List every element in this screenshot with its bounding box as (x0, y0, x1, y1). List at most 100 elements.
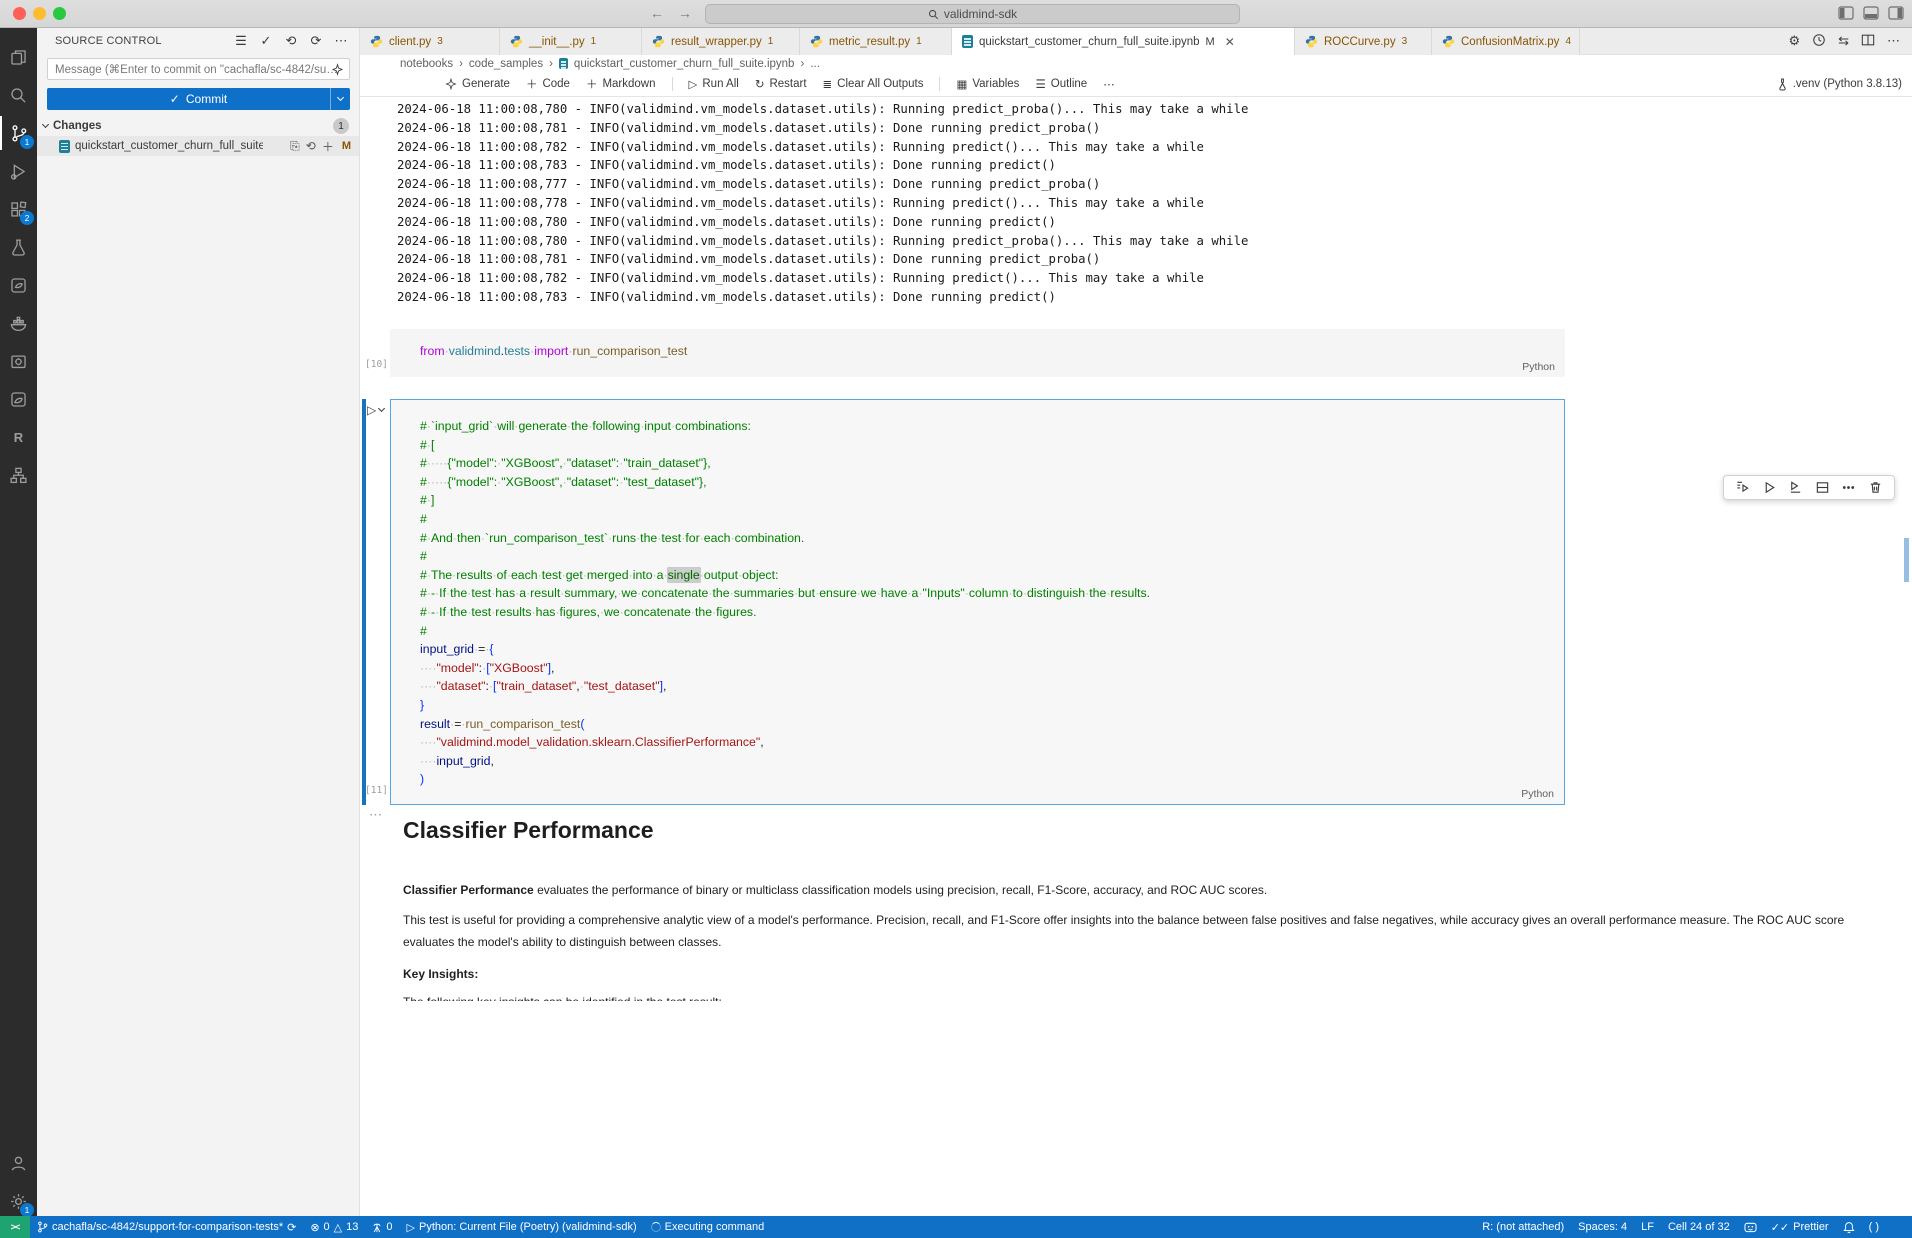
split-editor-icon[interactable] (1861, 33, 1875, 50)
code-line[interactable]: # (420, 510, 1564, 529)
kernel-picker[interactable]: .venv (Python 3.8.13) (1777, 78, 1912, 91)
overview-ruler-mark[interactable] (1904, 538, 1909, 582)
changed-file-row[interactable]: quickstart_customer_churn_full_suite.ipy… (37, 136, 359, 156)
back-arrow-icon[interactable]: ← (650, 5, 664, 21)
add-code-cell-button[interactable]: ＋Code (526, 76, 570, 92)
open-changes-icon[interactable]: ⇆ (1838, 33, 1849, 49)
command-center-search[interactable]: validmind-sdk (705, 4, 1240, 24)
tab-confusionmatrix-py[interactable]: ConfusionMatrix.py4 (1432, 28, 1580, 55)
breadcrumb-item[interactable]: code_samples (469, 58, 543, 70)
tab-result-wrapper-py[interactable]: result_wrapper.py1 (642, 28, 800, 55)
toggle-panel-icon[interactable] (1863, 6, 1879, 20)
settings-gear-icon[interactable]: 1 (0, 1184, 37, 1218)
more-actions-icon[interactable]: ⋯ (1887, 33, 1900, 49)
execute-above-icon[interactable] (1735, 480, 1750, 495)
code-line[interactable]: input_grid·=·{ (420, 640, 1564, 659)
extensions-icon[interactable]: 2 (0, 192, 37, 226)
commit-message-input[interactable]: Message (⌘Enter to commit on "cachafla/s… (47, 58, 350, 80)
execute-below-icon[interactable] (1788, 480, 1803, 495)
run-all-button[interactable]: ▷Run All (689, 77, 739, 91)
code-line[interactable]: result·=·run_comparison_test( (420, 715, 1564, 734)
code-line[interactable]: #·-·If·the·test·results·has·figures,·we·… (420, 603, 1564, 622)
r-language-icon[interactable]: R (0, 420, 37, 454)
code-line[interactable]: #·The·results·of·each·test·get·merged·in… (420, 566, 1564, 585)
undo-icon[interactable]: ⟲ (283, 33, 299, 49)
forward-arrow-icon[interactable]: → (678, 5, 692, 21)
code-cell-11[interactable]: #·`input_grid`·will·generate·the·followi… (390, 399, 1565, 805)
problems-status-item[interactable]: ⊗0 △13 (303, 1216, 365, 1238)
docker-icon[interactable] (0, 306, 37, 340)
changes-section-header[interactable]: Changes 1 (37, 116, 359, 136)
breadcrumb-item[interactable]: quickstart_customer_churn_full_suite.ipy… (574, 58, 795, 70)
code-line[interactable]: ····"model":·["XGBoost"], (420, 659, 1564, 678)
brackets-status-item[interactable]: ( ) (1862, 1216, 1886, 1238)
testing-icon[interactable] (0, 230, 37, 264)
ports-status-item[interactable]: 0 (365, 1216, 399, 1238)
close-window-button[interactable] (13, 7, 26, 20)
commit-check-icon[interactable]: ✓ (258, 33, 274, 49)
delete-cell-icon[interactable] (1868, 480, 1883, 495)
run-cell-icon[interactable] (1762, 480, 1777, 495)
accounts-icon[interactable] (0, 1146, 37, 1180)
code-line[interactable]: # (420, 547, 1564, 566)
stage-changes-icon[interactable]: ＋ (322, 138, 334, 155)
container-tools-icon[interactable] (0, 344, 37, 378)
remote-indicator[interactable]: >< (0, 1216, 30, 1238)
code-line[interactable]: #·] (420, 491, 1564, 510)
toggle-secondary-sidebar-icon[interactable] (1888, 6, 1904, 20)
extension-b-icon[interactable] (0, 382, 37, 416)
clear-all-outputs-button[interactable]: ≣Clear All Outputs (823, 77, 924, 91)
variables-button[interactable]: ▦Variables (956, 77, 1019, 91)
prettier-status-item[interactable]: ✓✓ Prettier (1764, 1216, 1836, 1238)
add-markdown-cell-button[interactable]: ＋Markdown (586, 76, 656, 92)
extension-a-icon[interactable] (0, 268, 37, 302)
source-control-icon[interactable]: 1 (0, 116, 37, 150)
settings-gear-icon[interactable]: ⚙ (1788, 33, 1800, 49)
restart-button[interactable]: ↻Restart (755, 77, 807, 91)
cell-position-status-item[interactable]: Cell 24 of 32 (1661, 1216, 1737, 1238)
code-line[interactable]: # (420, 622, 1564, 641)
branch-status-item[interactable]: cachafla/sc-4842/support-for-comparison-… (30, 1216, 303, 1238)
close-tab-icon[interactable]: ✕ (1225, 35, 1235, 49)
split-cell-icon[interactable] (1815, 480, 1830, 495)
search-icon[interactable] (0, 78, 37, 112)
project-diagram-icon[interactable] (0, 458, 37, 492)
more-actions-icon[interactable]: ⋯ (333, 33, 349, 49)
feedback-smiley-icon[interactable] (1737, 1216, 1764, 1238)
indentation-status-item[interactable]: Spaces: 4 (1571, 1216, 1634, 1238)
outline-button[interactable]: ☰Outline (1035, 77, 1087, 91)
generate-button[interactable]: Generate (445, 78, 510, 90)
tab-quickstart-notebook[interactable]: quickstart_customer_churn_full_suite.ipy… (952, 28, 1295, 55)
code-cell-10[interactable]: from·validmind.tests·import·run_comparis… (390, 329, 1565, 377)
code-line[interactable]: ····"validmind.model_validation.sklearn.… (420, 733, 1564, 752)
code-line[interactable]: #·[ (420, 436, 1564, 455)
notifications-bell-icon[interactable] (1836, 1216, 1862, 1238)
python-env-status-item[interactable]: ▷ Python: Current File (Poetry) (validmi… (400, 1216, 644, 1238)
eol-status-item[interactable]: LF (1634, 1216, 1661, 1238)
tab-roccurve-py[interactable]: ROCCurve.py3 (1295, 28, 1432, 55)
code-line[interactable]: #·And·then·`run_comparison_test`·runs·th… (420, 529, 1564, 548)
code-line[interactable]: ····"dataset":·["train_dataset",·"test_d… (420, 677, 1564, 696)
view-and-sort-icon[interactable]: ☰ (233, 33, 249, 49)
code-line[interactable]: from·validmind.tests·import·run_comparis… (420, 342, 1565, 361)
commit-dropdown-button[interactable] (330, 88, 350, 110)
tab-client-py[interactable]: client.py3 (360, 28, 500, 55)
code-line[interactable]: #·····{"model":·"XGBoost",·"dataset":·"t… (420, 454, 1564, 473)
toggle-sidebar-icon[interactable] (1838, 6, 1854, 20)
cell-language-label[interactable]: Python (1521, 788, 1554, 800)
markdown-cell-more-icon[interactable]: ⋯ (369, 807, 383, 823)
executing-status-item[interactable]: Executing command (644, 1216, 772, 1238)
toolbar-more-icon[interactable]: ⋯ (1103, 77, 1115, 91)
breadcrumb-item[interactable]: notebooks (400, 58, 453, 70)
tab-metric-result-py[interactable]: metric_result.py1 (800, 28, 952, 55)
breadcrumb-item[interactable]: ... (810, 58, 820, 70)
generate-commit-message-icon[interactable] (331, 63, 344, 80)
code-line[interactable]: #·-·If·the·test·has·a·result·summary,·we… (420, 584, 1564, 603)
run-cell-button[interactable]: ▷ (367, 403, 384, 417)
minimize-window-button[interactable] (33, 7, 46, 20)
explorer-icon[interactable] (0, 40, 37, 74)
code-line[interactable]: ) (420, 770, 1564, 789)
open-file-icon[interactable]: ⎘ (290, 139, 300, 154)
code-line[interactable]: #·`input_grid`·will·generate·the·followi… (420, 417, 1564, 436)
more-actions-icon[interactable] (1841, 480, 1856, 495)
